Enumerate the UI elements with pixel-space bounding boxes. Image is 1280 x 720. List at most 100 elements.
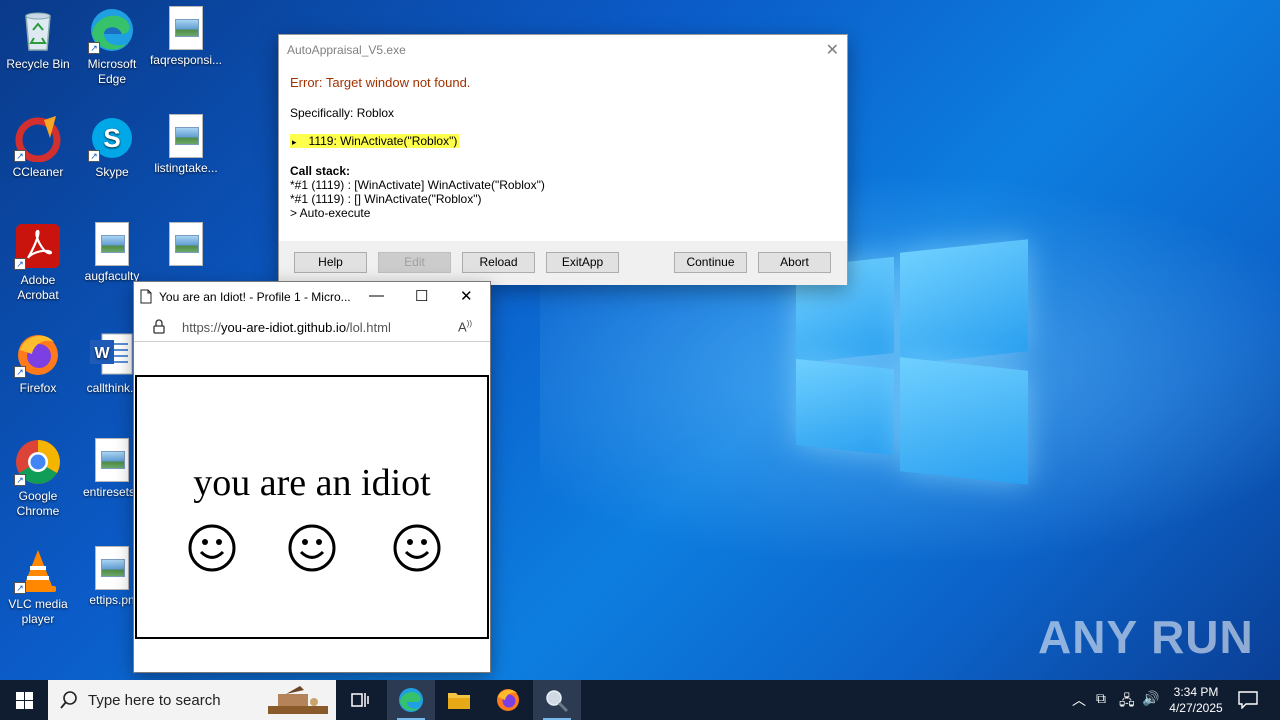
image-file-icon [95, 546, 129, 590]
search-placeholder: Type here to search [88, 692, 221, 709]
desktop-icon-label: faqresponsi... [149, 53, 223, 67]
help-button[interactable]: Help [294, 252, 367, 273]
dialog-footer: Help Edit Reload ExitApp Continue Abort [279, 241, 847, 285]
svg-text:W: W [94, 345, 110, 362]
edge-icon: ↗ [88, 6, 136, 54]
meet-now-icon[interactable]: ⧉ [1096, 690, 1106, 707]
browser-title: You are an Idiot! - Profile 1 - Micro... [159, 290, 351, 304]
shortcut-arrow-icon: ↗ [14, 474, 26, 486]
desktop-icon-skype[interactable]: S ↗ Skype [74, 114, 150, 180]
desktop-icon-ccleaner[interactable]: ↗ CCleaner [0, 114, 76, 180]
image-file-icon [169, 114, 203, 158]
error-dialog: AutoAppraisal_V5.exe ✕ Error: Target win… [278, 34, 848, 285]
clock-date: 4/27/2025 [1169, 701, 1223, 715]
stack-line: *#1 (1119) : [WinActivate] WinActivate("… [290, 178, 545, 192]
chrome-icon: ↗ [14, 438, 62, 486]
desktop-icon-label: Skype [95, 165, 129, 179]
shortcut-arrow-icon: ↗ [14, 150, 26, 162]
url-text[interactable]: https://you-are-idiot.github.io/lol.html [182, 320, 391, 335]
desktop-icon-vlc[interactable]: ↗ VLC media player [0, 546, 76, 627]
task-view-icon [351, 693, 369, 707]
exitapp-button[interactable]: ExitApp [546, 252, 619, 273]
taskbar-autohotkey[interactable] [533, 680, 581, 720]
close-icon[interactable]: ✕ [826, 40, 839, 60]
edge-icon [399, 688, 423, 712]
desktop-icon-chrome[interactable]: ↗ Google Chrome [0, 438, 76, 519]
browser-titlebar[interactable]: You are an Idiot! - Profile 1 - Micro...… [134, 282, 490, 312]
taskbar: Type here to search ︿ ⧉ 🖧 🔊 3:34 PM 4/27… [0, 680, 1280, 720]
error-detail: Specifically: Roblox [290, 106, 395, 120]
shortcut-arrow-icon: ↗ [88, 150, 100, 162]
windows-start-icon [16, 692, 33, 709]
volume-icon[interactable]: 🔊 [1142, 690, 1159, 707]
word-file-icon: W [88, 330, 136, 378]
edit-button: Edit [378, 252, 451, 273]
chevron-up-icon[interactable]: ︿ [1072, 690, 1086, 710]
lock-icon [153, 319, 165, 339]
desktop-icon-label: augfaculty [84, 269, 140, 283]
taskbar-edge[interactable] [387, 680, 435, 720]
task-view-button[interactable] [336, 680, 384, 720]
error-line: ▸ 1119: WinActivate("Roblox") [290, 134, 460, 148]
continue-button[interactable]: Continue [674, 252, 747, 273]
call-stack-label: Call stack: [290, 164, 351, 178]
anyrun-watermark: ANY RUN [1038, 611, 1254, 663]
taskbar-firefox[interactable] [484, 680, 532, 720]
reload-button[interactable]: Reload [462, 252, 535, 273]
taskbar-file-explorer[interactable] [435, 680, 483, 720]
shortcut-arrow-icon: ↗ [14, 582, 26, 594]
desktop-icon-edge[interactable]: ↗ Microsoft Edge [74, 6, 150, 87]
read-aloud-icon[interactable]: A)) [458, 319, 472, 334]
page-icon [140, 289, 152, 309]
desktop-icon-file[interactable]: listingtake... [148, 114, 224, 176]
recycle-bin-icon [14, 6, 62, 54]
desktop-icon-label: VLC media player [8, 597, 68, 626]
desktop-icon-label: Adobe Acrobat [17, 273, 59, 302]
firefox-icon [497, 689, 519, 711]
page-heading: you are an idiot [193, 462, 431, 504]
abort-button[interactable]: Abort [758, 252, 831, 273]
smiley-icon [393, 524, 441, 572]
minimize-icon[interactable]: — [369, 287, 384, 304]
desktop-icon-label: Microsoft Edge [87, 57, 137, 86]
clock-time: 3:34 PM [1173, 685, 1219, 699]
folder-icon [448, 693, 470, 709]
firefox-icon: ↗ [14, 330, 62, 378]
desktop-icon-label: Firefox [19, 381, 57, 395]
desktop-icon-file[interactable]: augfaculty [74, 222, 150, 284]
desktop-icon-acrobat[interactable]: ↗ Adobe Acrobat [0, 222, 76, 303]
shortcut-arrow-icon: ↗ [88, 42, 100, 54]
taskbar-clock[interactable]: 3:34 PM 4/27/2025 [1162, 684, 1230, 716]
search-icon [60, 691, 77, 709]
desktop-icon-label: listingtake... [154, 161, 218, 175]
desktop-icon-label: CCleaner [12, 165, 64, 179]
desktop-icon-recycle-bin[interactable]: Recycle Bin [0, 6, 76, 72]
maximize-icon[interactable]: ☐ [415, 287, 428, 305]
image-file-icon [95, 438, 129, 482]
desktop-icon-label: callthink.r [86, 381, 138, 395]
close-icon[interactable]: ✕ [460, 287, 473, 305]
stack-line: *#1 (1119) : [] WinActivate("Roblox") [290, 192, 482, 206]
address-bar[interactable]: https://you-are-idiot.github.io/lol.html… [134, 312, 490, 342]
desktop-icon-label: ettips.pn [89, 593, 135, 607]
search-highlight-icon [268, 686, 328, 714]
browser-window: You are an Idiot! - Profile 1 - Micro...… [133, 281, 491, 673]
skype-icon: S ↗ [88, 114, 136, 162]
image-file-icon [169, 6, 203, 50]
vlc-icon: ↗ [14, 546, 62, 594]
notification-icon[interactable] [1238, 691, 1258, 709]
smiley-icon [188, 524, 236, 572]
dialog-title: AutoAppraisal_V5.exe [287, 43, 406, 57]
network-icon[interactable]: 🖧 [1119, 690, 1135, 714]
dialog-body: Error: Target window not found. Specific… [290, 75, 545, 220]
taskbar-search-box[interactable]: Type here to search [48, 680, 336, 720]
desktop-icon-file[interactable] [148, 222, 224, 269]
desktop-icon-label: Recycle Bin [6, 57, 70, 71]
page-content: you are an idiot [135, 375, 489, 639]
ccleaner-icon: ↗ [14, 114, 62, 163]
acrobat-icon: ↗ [14, 222, 62, 270]
desktop-icon-firefox[interactable]: ↗ Firefox [0, 330, 76, 396]
start-button[interactable] [0, 680, 48, 720]
desktop-icon-label: Google Chrome [16, 489, 60, 518]
desktop-icon-file[interactable]: faqresponsi... [148, 6, 224, 68]
